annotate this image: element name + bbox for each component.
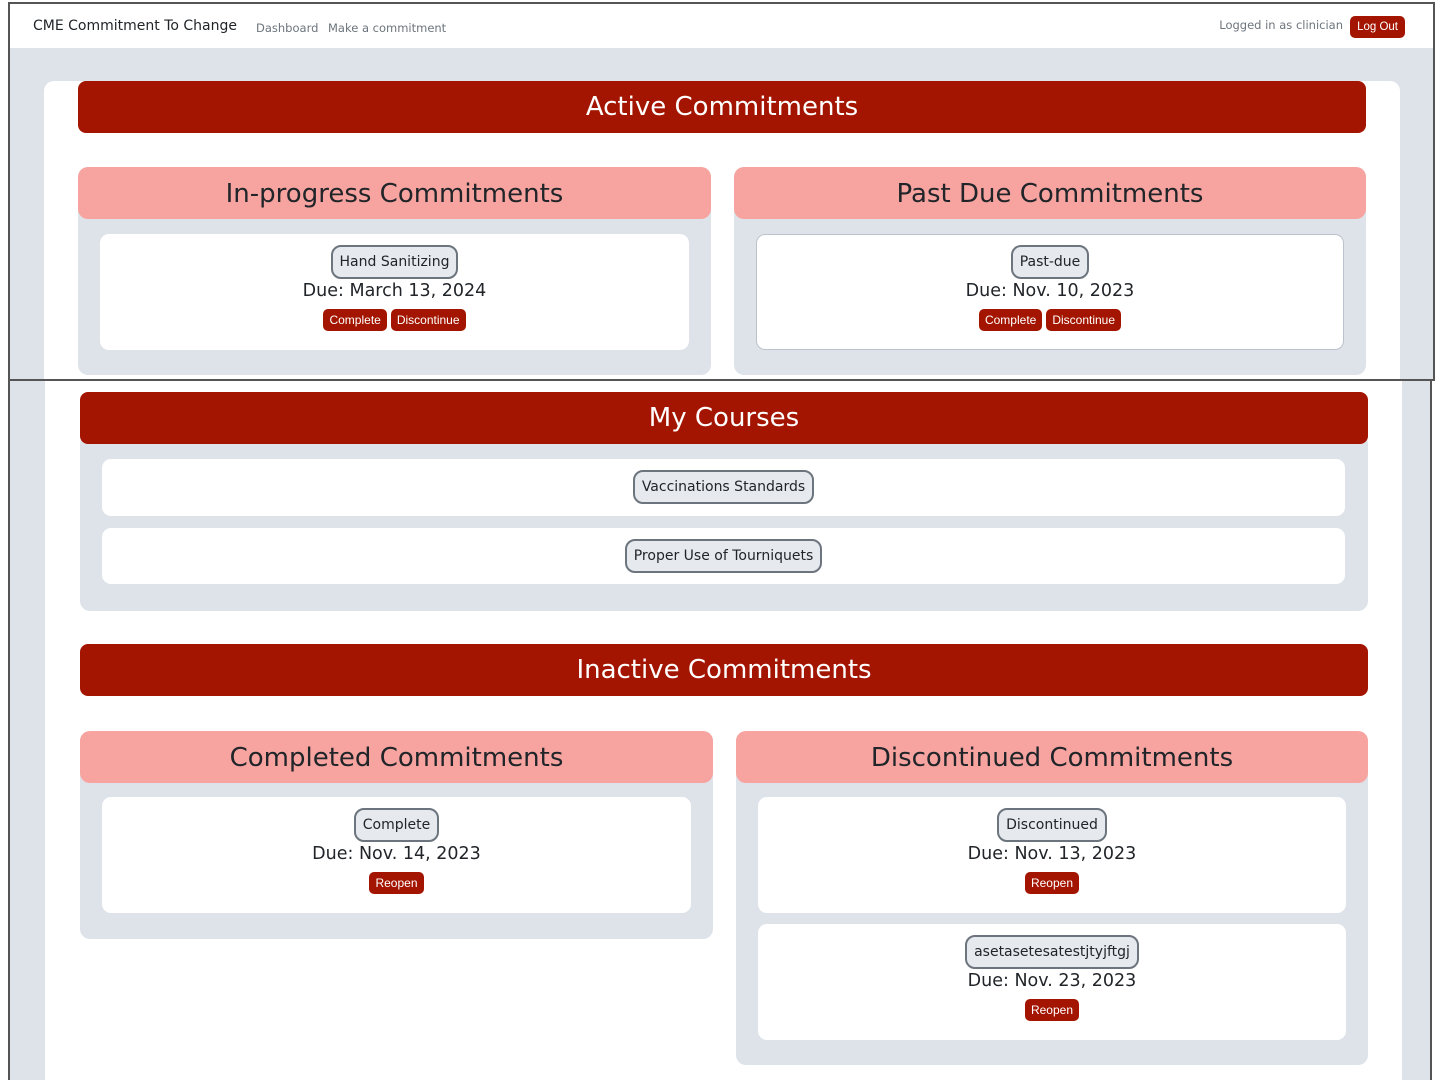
completed-header: Completed Commitments xyxy=(80,731,713,783)
completed-panel: Completed Commitments Complete Due: Nov.… xyxy=(80,731,713,939)
commitment-card: asetasetesatestjtyjftgj Due: Nov. 23, 20… xyxy=(758,924,1346,1040)
logout-button[interactable]: Log Out xyxy=(1350,16,1405,38)
brand[interactable]: CME Commitment To Change xyxy=(33,18,237,34)
due-date: Due: Nov. 13, 2023 xyxy=(967,844,1137,864)
commitment-card: Discontinued Due: Nov. 13, 2023 Reopen xyxy=(758,797,1346,913)
commitment-name-button[interactable]: asetasetesatestjtyjftgj xyxy=(965,935,1139,969)
commitment-name-button[interactable]: Hand Sanitizing xyxy=(330,245,459,279)
past-due-header: Past Due Commitments xyxy=(734,167,1366,219)
in-progress-panel: In-progress Commitments Hand Sanitizing … xyxy=(78,167,711,375)
lower-content-frame: My Courses Vaccinations Standards Proper… xyxy=(8,381,1432,1080)
due-date: Due: Nov. 10, 2023 xyxy=(965,281,1135,301)
due-date: Due: Nov. 14, 2023 xyxy=(312,844,481,864)
in-progress-header: In-progress Commitments xyxy=(78,167,711,219)
active-commitments-frame: Active Commitments In-progress Commitmen… xyxy=(8,48,1435,381)
discontinue-button[interactable]: Discontinue xyxy=(1046,309,1122,331)
lower-content-card: My Courses Vaccinations Standards Proper… xyxy=(45,381,1402,1080)
course-button[interactable]: Proper Use of Tourniquets xyxy=(624,539,823,573)
commitment-name-button[interactable]: Past-due xyxy=(1010,245,1090,279)
nav-link-dashboard[interactable]: Dashboard xyxy=(256,21,318,35)
reopen-button[interactable]: Reopen xyxy=(369,872,424,894)
commitment-card: Complete Due: Nov. 14, 2023 Reopen xyxy=(102,797,691,913)
discontinued-header: Discontinued Commitments xyxy=(736,731,1368,783)
commitment-card: Hand Sanitizing Due: March 13, 2024 Comp… xyxy=(100,234,689,350)
discontinued-panel: Discontinued Commitments Discontinued Du… xyxy=(736,731,1368,1065)
reopen-button[interactable]: Reopen xyxy=(1024,999,1080,1021)
commitment-card: Past-due Due: Nov. 10, 2023 Complete Dis… xyxy=(756,234,1344,350)
due-date: Due: March 13, 2024 xyxy=(302,281,487,301)
logged-in-status: Logged in as clinician xyxy=(1219,18,1343,32)
inactive-commitments-header: Inactive Commitments xyxy=(80,644,1368,696)
navbar: CME Commitment To Change Dashboard Make … xyxy=(8,2,1435,48)
nav-link-make-commitment[interactable]: Make a commitment xyxy=(328,21,446,35)
past-due-panel: Past Due Commitments Past-due Due: Nov. … xyxy=(734,167,1366,375)
complete-button[interactable]: Complete xyxy=(323,309,387,331)
active-commitments-header: Active Commitments xyxy=(78,81,1366,133)
course-button[interactable]: Vaccinations Standards xyxy=(632,470,815,504)
commitment-name-button[interactable]: Complete xyxy=(353,808,440,842)
commitment-name-button[interactable]: Discontinued xyxy=(997,808,1107,842)
complete-button[interactable]: Complete xyxy=(978,309,1043,331)
reopen-button[interactable]: Reopen xyxy=(1024,872,1080,894)
my-courses-header: My Courses xyxy=(80,392,1368,444)
discontinue-button[interactable]: Discontinue xyxy=(390,309,466,331)
course-card: Proper Use of Tourniquets xyxy=(102,528,1345,584)
course-card: Vaccinations Standards xyxy=(102,459,1345,516)
active-commitments-card: Active Commitments In-progress Commitmen… xyxy=(44,81,1400,379)
due-date: Due: Nov. 23, 2023 xyxy=(967,971,1137,991)
